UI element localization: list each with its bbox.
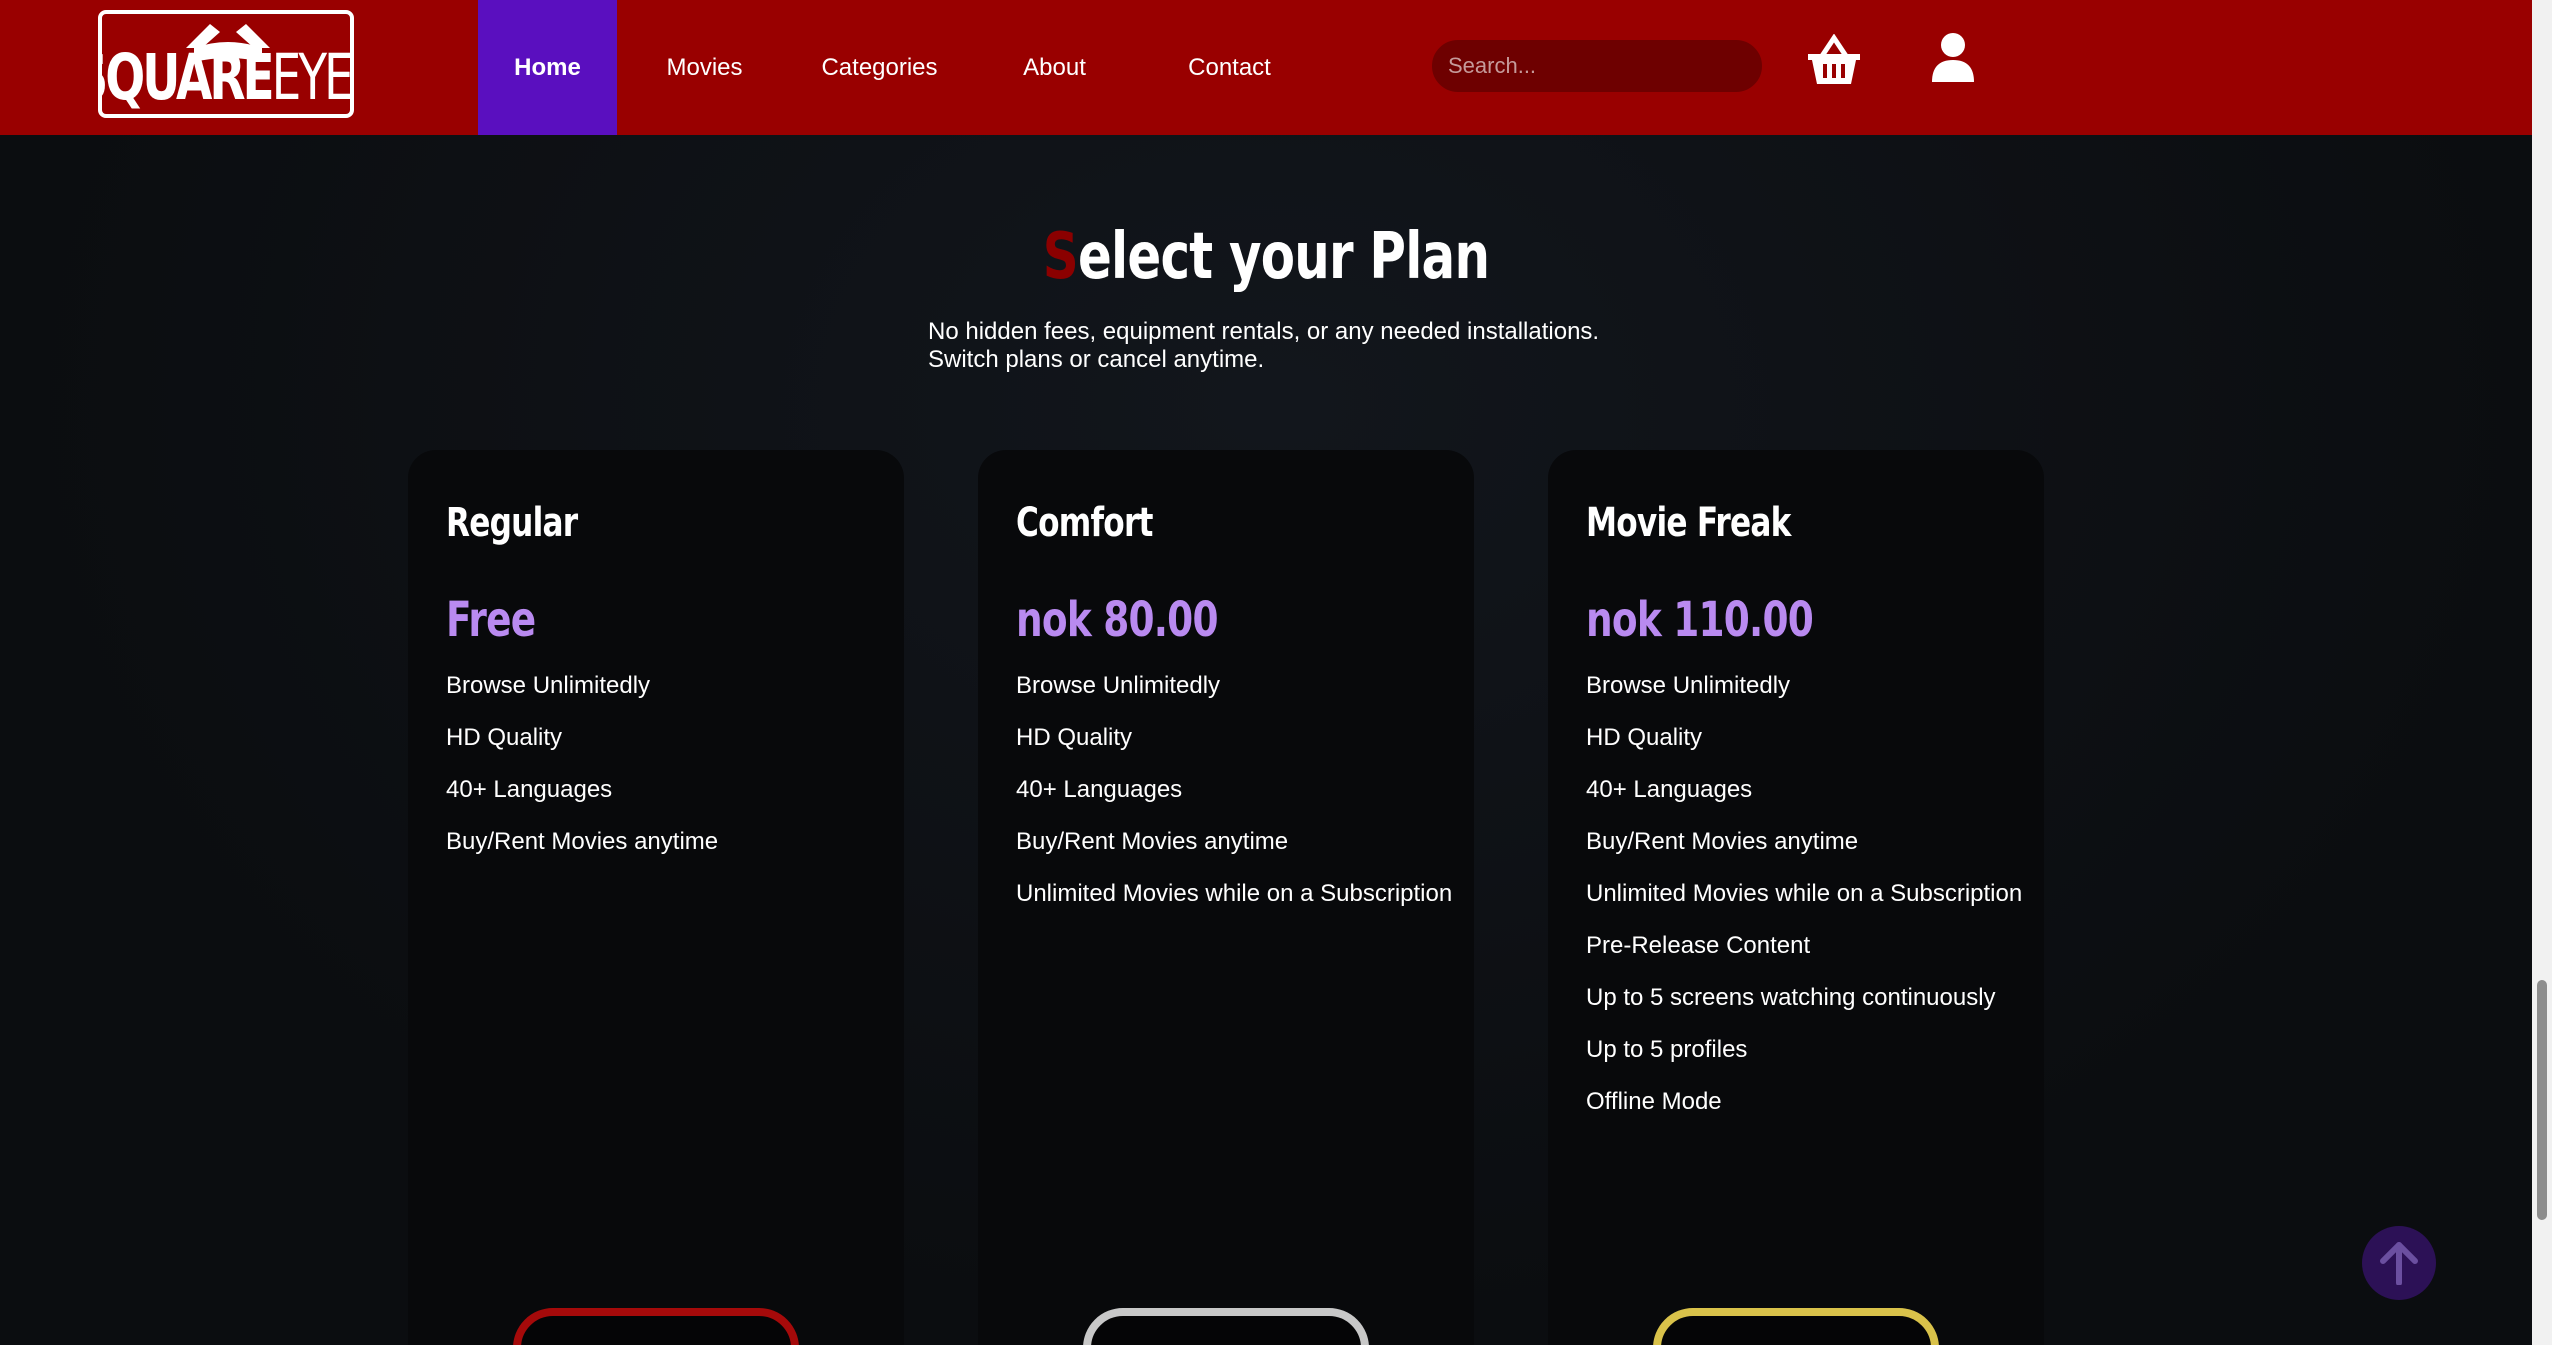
nav-about[interactable]: About (967, 0, 1142, 135)
site-header: SQUAREEYES Home Movies Categories About … (0, 0, 2532, 135)
plan-card-movie-freak: Movie Freak nok 110.00 Browse Unlimitedl… (1548, 450, 2044, 1345)
select-comfort-button[interactable] (1083, 1308, 1369, 1345)
page: SQUAREEYES Home Movies Categories About … (0, 0, 2552, 1345)
nav-categories[interactable]: Categories (792, 0, 967, 135)
feature-item: Up to 5 screens watching continuously (1586, 984, 1996, 1011)
select-regular-button[interactable] (513, 1308, 799, 1345)
feature-item: HD Quality (446, 724, 563, 751)
select-movie-freak-button[interactable] (1653, 1308, 1939, 1345)
plan-card-comfort: Comfort nok 80.00 Browse Unlimitedly HD … (978, 450, 1474, 1345)
nav-movies[interactable]: Movies (617, 0, 792, 135)
page-title: Select your Plan (1042, 220, 1490, 294)
plan-price: nok 110.00 (1586, 592, 1814, 648)
plan-name: Comfort (1016, 500, 1153, 546)
feature-item: Browse Unlimitedly (1586, 672, 1791, 699)
feature-item: Browse Unlimitedly (446, 672, 651, 699)
feature-item: Buy/Rent Movies anytime (1016, 828, 1289, 855)
subtitle-line: No hidden fees, equipment rentals, or an… (928, 318, 1600, 345)
feature-item: 40+ Languages (446, 776, 613, 803)
feature-item: Pre-Release Content (1586, 932, 1811, 959)
arrow-up-icon (2380, 1242, 2418, 1285)
nav-home[interactable]: Home (478, 0, 617, 135)
main-nav: Home Movies Categories About Contact (478, 0, 1317, 135)
plan-name: Movie Freak (1586, 500, 1791, 546)
feature-item: HD Quality (1586, 724, 1703, 751)
logo[interactable]: SQUAREEYES (98, 10, 354, 118)
scrollbar-thumb[interactable] (2537, 980, 2547, 1220)
feature-item: Up to 5 profiles (1586, 1036, 1748, 1063)
basket-icon[interactable] (1806, 34, 1862, 86)
feature-item: Unlimited Movies while on a Subscription (1016, 880, 1453, 907)
plan-price: Free (446, 592, 536, 648)
feature-list: Browse Unlimitedly HD Quality 40+ Langua… (1016, 672, 1456, 932)
feature-item: 40+ Languages (1586, 776, 1753, 803)
feature-item: Offline Mode (1586, 1088, 1722, 1115)
nav-contact[interactable]: Contact (1142, 0, 1317, 135)
feature-item: 40+ Languages (1016, 776, 1183, 803)
plan-card-regular: Regular Free Browse Unlimitedly HD Quali… (408, 450, 904, 1345)
feature-list: Browse Unlimitedly HD Quality 40+ Langua… (446, 672, 886, 880)
feature-item: Buy/Rent Movies anytime (446, 828, 719, 855)
logo-wordmark: SQUAREEYES (102, 41, 351, 116)
vertical-scrollbar[interactable] (2532, 0, 2552, 1345)
search-input[interactable] (1432, 40, 1762, 92)
feature-item: Buy/Rent Movies anytime (1586, 828, 1859, 855)
feature-item: Unlimited Movies while on a Subscription (1586, 880, 2023, 907)
plan-price: nok 80.00 (1016, 592, 1218, 648)
user-icon[interactable] (1930, 32, 1976, 82)
plan-subtitle: No hidden fees, equipment rentals, or an… (928, 318, 1728, 374)
subtitle-line: Switch plans or cancel anytime. (928, 346, 1265, 373)
feature-item: HD Quality (1016, 724, 1133, 751)
scroll-to-top-button[interactable] (2362, 1226, 2436, 1300)
feature-item: Browse Unlimitedly (1016, 672, 1221, 699)
plan-name: Regular (446, 500, 578, 546)
feature-list: Browse Unlimitedly HD Quality 40+ Langua… (1586, 672, 2026, 1140)
